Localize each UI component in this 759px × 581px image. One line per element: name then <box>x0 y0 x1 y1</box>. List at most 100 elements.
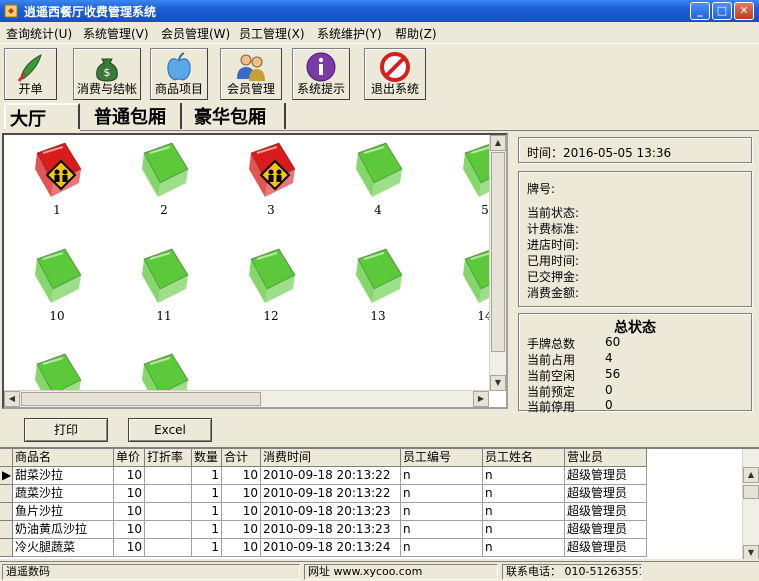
horizontal-scrollbar[interactable]: ◀ ▶ <box>4 390 489 407</box>
grid-cell[interactable]: 超级管理员 <box>565 485 647 503</box>
grid-cell[interactable]: n <box>401 467 483 485</box>
tab-regular-room[interactable]: 普通包厢 <box>90 103 182 129</box>
grid-cell[interactable]: 2010-09-18 20:13:22 <box>261 467 401 485</box>
grid-cell[interactable] <box>145 503 192 521</box>
menu-system-manage[interactable]: 系统管理(V) <box>83 25 149 42</box>
menu-staff-manage[interactable]: 员工管理(X) <box>239 25 305 42</box>
grid-cell[interactable]: 2010-09-18 20:13:24 <box>261 539 401 557</box>
excel-export-button[interactable]: Excel <box>128 418 212 442</box>
row-indicator <box>0 539 13 557</box>
grid-cell[interactable]: n <box>483 539 565 557</box>
column-header: 单价 <box>114 449 145 467</box>
grid-cell[interactable]: 10 <box>222 467 261 485</box>
grid-cell[interactable]: 10 <box>114 503 145 521</box>
table-item[interactable]: 13 <box>343 245 413 323</box>
summary-box: 总状态 手牌总数 60 当前占用 4 当前空闲 56 当前预定 0 当前停用 0 <box>518 313 752 414</box>
grid-cell[interactable] <box>145 485 192 503</box>
status-website: 网址 www.xycoo.com <box>304 564 498 580</box>
scroll-right-icon[interactable]: ▶ <box>473 391 489 407</box>
free-table-icon <box>356 248 403 303</box>
grid-cell[interactable]: n <box>483 521 565 539</box>
grid-cell[interactable]: n <box>401 485 483 503</box>
maximize-button[interactable]: □ <box>712 2 732 20</box>
grid-cell[interactable]: 蔬菜沙拉 <box>13 485 114 503</box>
member-manage-button[interactable]: 会员管理 <box>220 48 282 100</box>
table-item[interactable]: 4 <box>343 139 413 217</box>
scroll-left-icon[interactable]: ◀ <box>4 391 20 407</box>
grid-cell[interactable]: 2010-09-18 20:13:22 <box>261 485 401 503</box>
grid-cell[interactable]: n <box>483 467 565 485</box>
print-button[interactable]: 打印 <box>24 418 108 442</box>
scroll-up-icon[interactable]: ▲ <box>743 467 759 483</box>
summary-value: 56 <box>605 367 621 381</box>
grid-cell[interactable]: 鱼片沙拉 <box>13 503 114 521</box>
scroll-down-icon[interactable]: ▼ <box>743 545 759 559</box>
grid-cell[interactable]: n <box>401 521 483 539</box>
vertical-scrollbar[interactable]: ▲ ▼ <box>489 135 506 391</box>
close-button[interactable]: ✕ <box>734 2 754 20</box>
column-header: 员工编号 <box>401 449 483 467</box>
column-header: 数量 <box>192 449 222 467</box>
menu-system-maintain[interactable]: 系统维护(Y) <box>317 25 382 42</box>
tab-hall[interactable]: 大厅 <box>4 103 80 130</box>
grid-cell[interactable]: 10 <box>114 467 145 485</box>
table-item[interactable]: 10 <box>22 245 92 323</box>
grid-cell[interactable]: 超级管理员 <box>565 467 647 485</box>
grid-cell[interactable]: 10 <box>222 521 261 539</box>
summary-value: 0 <box>605 383 613 397</box>
grid-cell[interactable]: 1 <box>192 485 222 503</box>
table-item[interactable]: 3 <box>236 139 306 217</box>
grid-cell[interactable]: 10 <box>114 539 145 557</box>
grid-cell[interactable]: 甜菜沙拉 <box>13 467 114 485</box>
scroll-thumb[interactable] <box>21 392 261 406</box>
grid-cell[interactable]: 10 <box>114 521 145 539</box>
open-order-button[interactable]: 开单 <box>4 48 57 100</box>
grid-cell[interactable]: 1 <box>192 467 222 485</box>
grid-cell[interactable]: 10 <box>222 539 261 557</box>
grid-cell[interactable]: 1 <box>192 503 222 521</box>
grid-scrollbar[interactable]: ▲ ▼ <box>742 449 759 559</box>
scroll-thumb[interactable] <box>743 485 759 499</box>
action-bar: 打印 Excel <box>0 410 759 446</box>
grid-cell[interactable]: 1 <box>192 521 222 539</box>
scroll-thumb[interactable] <box>491 152 505 352</box>
table-number: 12 <box>263 309 279 323</box>
menu-help[interactable]: 帮助(Z) <box>395 25 437 42</box>
summary-value: 60 <box>605 335 621 349</box>
product-items-button[interactable]: 商品项目 <box>150 48 208 100</box>
table-item[interactable]: 2 <box>129 139 199 217</box>
table-item[interactable]: 11 <box>129 245 199 323</box>
grid-cell[interactable] <box>145 539 192 557</box>
menu-query-stats[interactable]: 查询统计(U) <box>6 25 72 42</box>
grid-cell[interactable]: n <box>483 485 565 503</box>
grid-cell[interactable]: 超级管理员 <box>565 503 647 521</box>
exit-system-button[interactable]: 退出系统 <box>364 48 426 100</box>
field-deposit: 已交押金: <box>527 270 580 284</box>
grid-cell[interactable]: n <box>401 503 483 521</box>
menu-bar: 查询统计(U) 系统管理(V) 会员管理(W) 员工管理(X) 系统维护(Y) … <box>0 22 759 42</box>
toolbar: 开单 $ 消费与结帐 商品项目 会员管理 系统提示 退出系统 <box>0 43 759 100</box>
grid-cell[interactable] <box>145 521 192 539</box>
grid-cell[interactable]: 超级管理员 <box>565 521 647 539</box>
grid-cell[interactable]: 冷火腿蔬菜 <box>13 539 114 557</box>
system-tips-button[interactable]: 系统提示 <box>292 48 350 100</box>
grid-cell[interactable] <box>145 467 192 485</box>
table-item[interactable]: 1 <box>22 139 92 217</box>
grid-cell[interactable]: 10 <box>114 485 145 503</box>
scroll-up-icon[interactable]: ▲ <box>490 135 506 151</box>
tab-luxury-room[interactable]: 豪华包厢 <box>190 103 286 129</box>
grid-cell[interactable]: 2010-09-18 20:13:23 <box>261 503 401 521</box>
menu-member-manage[interactable]: 会员管理(W) <box>161 25 230 42</box>
grid-cell[interactable]: 奶油黄瓜沙拉 <box>13 521 114 539</box>
grid-cell[interactable]: 1 <box>192 539 222 557</box>
consume-checkout-button[interactable]: $ 消费与结帐 <box>73 48 141 100</box>
grid-cell[interactable]: n <box>401 539 483 557</box>
grid-cell[interactable]: 2010-09-18 20:13:23 <box>261 521 401 539</box>
grid-cell[interactable]: 10 <box>222 503 261 521</box>
minimize-button[interactable]: _ <box>690 2 710 20</box>
scroll-down-icon[interactable]: ▼ <box>490 375 506 391</box>
grid-cell[interactable]: 超级管理员 <box>565 539 647 557</box>
grid-cell[interactable]: n <box>483 503 565 521</box>
grid-cell[interactable]: 10 <box>222 485 261 503</box>
table-item[interactable]: 12 <box>236 245 306 323</box>
